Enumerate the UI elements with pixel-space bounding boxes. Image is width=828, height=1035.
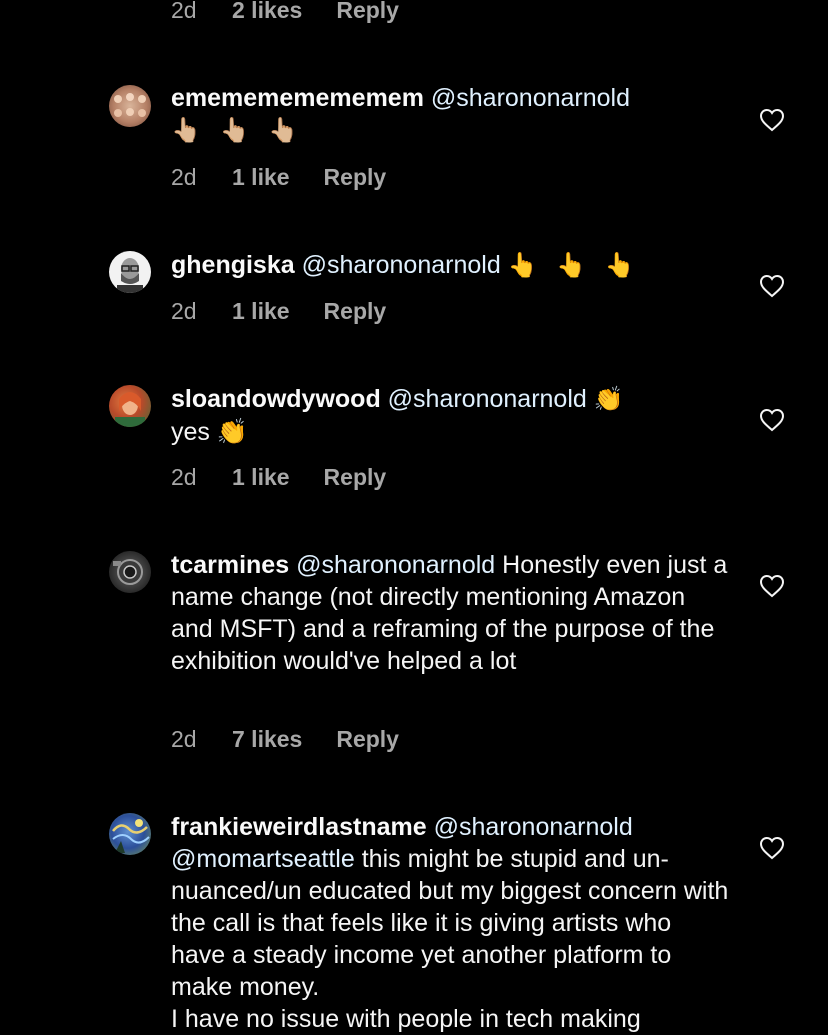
avatar[interactable] <box>109 85 151 127</box>
avatar-image <box>115 392 145 427</box>
comment-time: 2d <box>171 164 197 190</box>
comment-username[interactable]: tcarmines <box>171 551 289 579</box>
comment-mention[interactable]: @sharononarnold <box>296 551 495 579</box>
comment-emoji: 👆 👆 👆 <box>507 252 641 279</box>
avatar[interactable] <box>109 551 151 593</box>
comment-body: tcarmines @sharononarnold Honestly even … <box>171 549 731 677</box>
comment-time: 2d <box>171 464 197 490</box>
avatar-image <box>113 559 143 585</box>
comment-time: 2d <box>171 298 197 324</box>
comment-meta-row: 2d 1 like Reply <box>171 464 386 491</box>
comment-likes-count[interactable]: 1 like <box>232 164 290 191</box>
reply-button[interactable]: Reply <box>324 298 387 325</box>
heart-outline-icon[interactable] <box>759 836 785 860</box>
comment-time: 2d <box>171 0 197 23</box>
comment-meta-row: 2d 1 like Reply <box>171 298 386 325</box>
heart-outline-icon[interactable] <box>759 108 785 132</box>
avatar-image <box>114 93 146 117</box>
comment-body: ghengiska @sharononarnold 👆 👆 👆 <box>171 249 731 282</box>
heart-outline-icon[interactable] <box>759 408 785 432</box>
avatar[interactable] <box>109 251 151 293</box>
reply-button[interactable]: Reply <box>336 0 399 24</box>
comment-text: yes 👏 <box>171 418 248 446</box>
heart-outline-icon[interactable] <box>759 574 785 598</box>
comment-meta-row: 2d 2 likes Reply <box>171 0 399 24</box>
comment-emoji: 👆🏼 👆🏼 👆🏼 <box>171 117 304 144</box>
reply-button[interactable]: Reply <box>324 164 387 191</box>
comment-likes-count[interactable]: 1 like <box>232 298 290 325</box>
reply-button[interactable]: Reply <box>336 726 399 753</box>
comment-username[interactable]: sloandowdywood <box>171 385 381 413</box>
comment-emoji: 👏 <box>593 386 630 413</box>
comment-body: frankieweirdlastname @sharononarnold @mo… <box>171 811 731 1035</box>
avatar-image <box>112 819 150 853</box>
avatar-image <box>117 258 143 293</box>
comment-likes-count[interactable]: 2 likes <box>232 0 302 24</box>
comment-text-truncated: I have no issue with people in tech maki… <box>171 1005 641 1033</box>
comment-mention[interactable]: @sharononarnold <box>388 385 587 413</box>
comment-body: sloandowdywood @sharononarnold 👏 yes 👏 <box>171 383 731 448</box>
comment-time: 2d <box>171 726 197 752</box>
comment-mention[interactable]: @sharononarnold <box>431 84 630 112</box>
comment-meta-row: 2d 1 like Reply <box>171 164 386 191</box>
comment-mention[interactable]: @sharononarnold <box>434 813 633 841</box>
comment-mention[interactable]: @momartseattle <box>171 845 355 873</box>
comment-username[interactable]: ghengiska <box>171 251 295 279</box>
comment-likes-count[interactable]: 1 like <box>232 464 290 491</box>
comment-body: ememememememem @sharononarnold 👆🏼 👆🏼 👆🏼 <box>171 82 731 147</box>
comment-username[interactable]: ememememememem <box>171 84 424 112</box>
avatar[interactable] <box>109 813 151 855</box>
comment-likes-count[interactable]: 7 likes <box>232 726 302 753</box>
comment-username[interactable]: frankieweirdlastname <box>171 813 427 841</box>
heart-outline-icon[interactable] <box>759 274 785 298</box>
reply-button[interactable]: Reply <box>324 464 387 491</box>
comment-meta-row: 2d 7 likes Reply <box>171 726 399 753</box>
comment-mention[interactable]: @sharononarnold <box>302 251 501 279</box>
avatar[interactable] <box>109 385 151 427</box>
